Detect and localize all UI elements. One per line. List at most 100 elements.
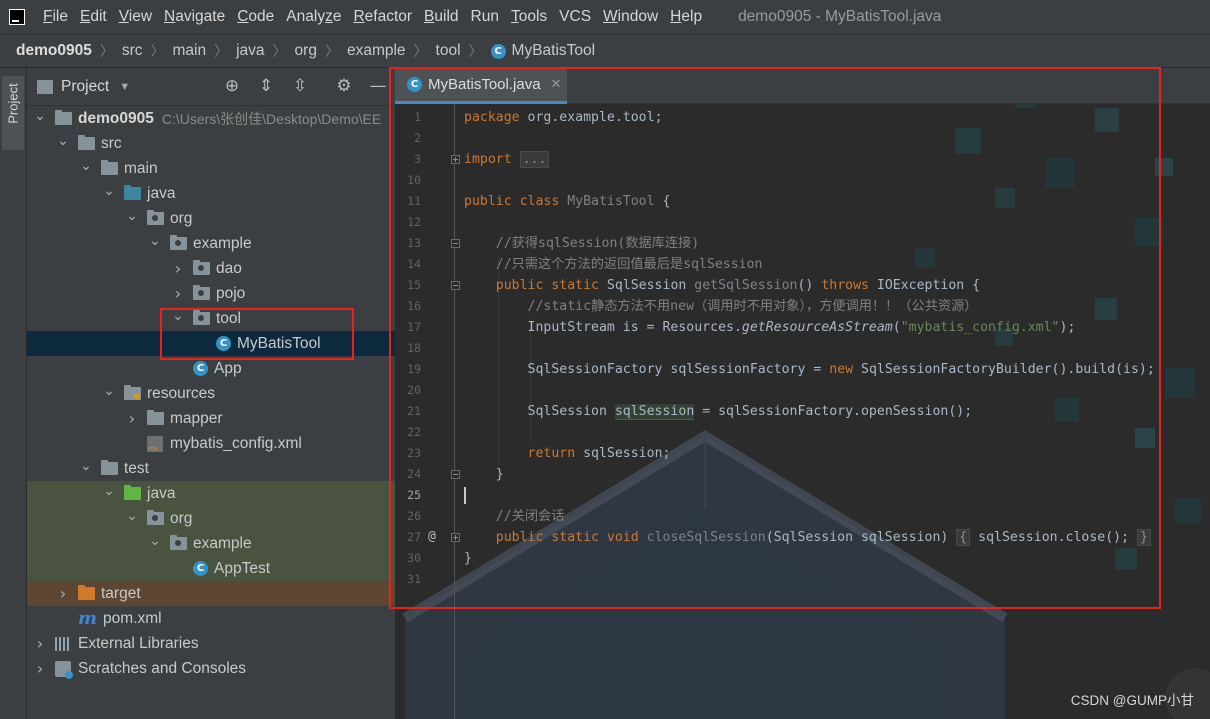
menu-item[interactable]: File [37,0,74,34]
annotation-gutter-icon[interactable]: @ [428,529,436,544]
folder-icon [101,460,118,475]
code-line: InputStream is = Resources.getResourceAs… [464,317,1076,338]
tree-item[interactable]: ⌄ src [27,131,395,156]
fold-collapse-icon[interactable] [451,281,460,290]
breadcrumb-item[interactable]: java [236,42,264,60]
breadcrumb-item[interactable]: C MyBatisTool [490,42,595,60]
tree-item[interactable]: ⌄ org [27,506,395,531]
line-number: 26 [407,509,421,523]
tree-item[interactable]: mybatis_config.xml [27,431,395,456]
code-area[interactable]: package org.example.tool; import ... publi… [464,104,1210,719]
tree-item[interactable]: ⌄ resources [27,381,395,406]
menu-item[interactable]: Build [418,0,464,34]
chevron-down-icon[interactable]: ⌄ [125,508,139,524]
tree-item[interactable]: › dao [27,256,395,281]
fold-expand-icon[interactable] [451,155,460,164]
chevron-down-icon[interactable]: ⌄ [102,383,116,399]
menu-item[interactable]: Window [597,0,664,34]
line-number: 13 [407,236,421,250]
code-token[interactable]: } [1136,529,1151,546]
chevron-down-icon[interactable]: ⌄ [148,533,162,549]
minimize-icon[interactable]: — [367,76,389,96]
chevron-down-icon[interactable]: ▼ [119,81,130,93]
chevron-right-icon[interactable]: › [171,259,185,278]
chevron-right-icon[interactable]: › [56,584,70,603]
tree-item[interactable]: C MyBatisTool [27,331,395,356]
tree-item[interactable]: ⌄ java [27,481,395,506]
tree-item[interactable]: ⌄ main [27,156,395,181]
chevron-right-icon[interactable]: › [33,634,47,653]
menu-item[interactable]: VCS [553,0,597,34]
chevron-down-icon[interactable]: ⌄ [79,158,93,174]
tree-item[interactable]: C AppTest [27,556,395,581]
chevron-down-icon[interactable]: ⌄ [102,183,116,199]
chevron-down-icon[interactable]: ⌄ [102,483,116,499]
code-token: ( [892,320,901,335]
fold-collapse-icon[interactable] [451,470,460,479]
breadcrumb-item[interactable]: tool [436,42,461,60]
chevron-right-icon[interactable]: › [125,409,139,428]
expand-all-icon[interactable]: ⇕ [255,76,277,96]
menu-item[interactable]: Run [465,0,505,34]
tree-item[interactable]: ⌄ org [27,206,395,231]
fold-collapse-icon[interactable] [451,239,460,248]
package-icon [147,210,164,225]
project-view-selector[interactable]: Project [61,78,109,96]
project-tool-tab[interactable]: Project [2,76,24,150]
tree-item[interactable]: ⌄ test [27,456,395,481]
chevron-right-icon[interactable]: › [171,284,185,303]
line-number: 3 [414,152,421,166]
tree-item[interactable]: ⌄ example [27,231,395,256]
locate-target-icon[interactable]: ⊕ [221,76,243,96]
code-line: //static静态方法不用new（调用时不用对象），方便调用！！（公共资源） [464,296,978,317]
menu-item[interactable]: Refactor [347,0,418,34]
tree-item[interactable]: C App [27,356,395,381]
chevron-down-icon[interactable]: ⌄ [56,133,70,149]
breadcrumb-item[interactable]: demo0905 [16,42,92,60]
gear-icon[interactable]: ⚙ [333,76,355,96]
code-token[interactable]: ... [519,151,550,168]
code-line: //获得sqlSession(数据库连接) [464,233,699,254]
tree-item[interactable]: ⌄ example [27,531,395,556]
tree-item[interactable]: › Scratches and Consoles [27,656,395,681]
collapse-all-icon[interactable]: ⇳ [289,76,311,96]
menu-item[interactable]: Navigate [158,0,231,34]
project-tool-tab-label: Project [5,83,21,124]
tree-item[interactable]: › mapper [27,406,395,431]
chevron-down-icon[interactable]: ⌄ [125,208,139,224]
tree-item-label: mybatis_config.xml [170,434,302,452]
code-line: import ... [464,149,550,170]
chevron-down-icon[interactable]: ⌄ [33,108,47,124]
code-editor: C MyBatisTool.java ✕ 1 2 3 10 11 12 13 14 15 16 17… [395,68,1210,719]
tree-item-label: org [170,209,193,227]
chevron-down-icon[interactable]: ⌄ [171,308,185,324]
chevron-right-icon[interactable]: › [33,659,47,678]
tree-item[interactable]: › target [27,581,395,606]
breadcrumb-item[interactable]: example [347,42,406,60]
chevron-down-icon[interactable]: ⌄ [148,233,162,249]
tree-item[interactable]: ⌄ demo0905 C:\Users\张创佳\Desktop\Demo\EE [27,106,395,131]
code-line: public static SqlSession getSqlSession()… [464,275,980,296]
menu-item[interactable]: Tools [505,0,553,34]
tab-mybatistool-java[interactable]: C MyBatisTool.java ✕ [395,68,567,104]
breadcrumb-item[interactable]: org [295,42,317,60]
tree-item[interactable]: › External Libraries [27,631,395,656]
breadcrumb-item[interactable]: main [173,42,207,60]
code-token[interactable]: { [956,529,971,546]
tree-item[interactable]: ⌄ tool [27,306,395,331]
menu-item[interactable]: Edit [74,0,113,34]
line-number: 21 [407,404,421,418]
menu-item[interactable]: View [113,0,158,34]
tree-item[interactable]: ⌄ java [27,181,395,206]
close-icon[interactable]: ✕ [551,77,562,92]
breadcrumb-item[interactable]: src [122,42,143,60]
fold-expand-icon[interactable] [451,533,460,542]
menu-mnemonic: N [164,8,176,25]
tree-item[interactable]: › pojo [27,281,395,306]
chevron-down-icon[interactable]: ⌄ [79,458,93,474]
resources-folder-icon [124,385,141,400]
menu-item[interactable]: Analyze [280,0,347,34]
menu-item[interactable]: Code [231,0,280,34]
tree-item[interactable]: m pom.xml [27,606,395,631]
menu-item[interactable]: Help [664,0,708,34]
